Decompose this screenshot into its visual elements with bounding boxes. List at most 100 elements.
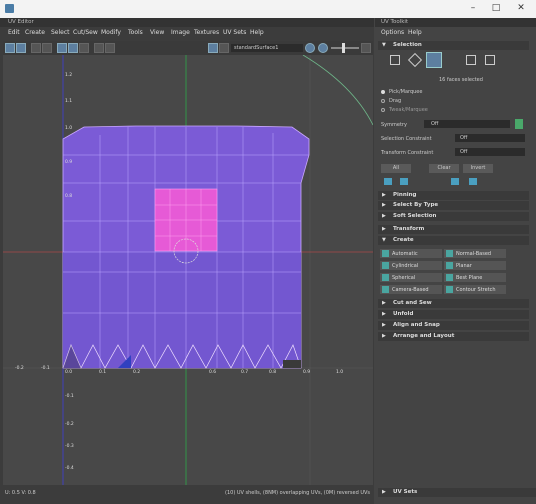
section-pinning[interactable]: ▶ Pinning xyxy=(378,191,529,200)
isolate-icon[interactable] xyxy=(16,43,26,53)
collapse-arrow-icon: ▶ xyxy=(382,322,386,328)
svg-text:-0.3: -0.3 xyxy=(65,443,74,449)
spherical-label: Spherical xyxy=(392,274,416,281)
menu-select[interactable]: Select xyxy=(51,29,70,36)
menu-tools[interactable]: Tools xyxy=(128,29,143,36)
menu-help[interactable]: Help xyxy=(250,29,264,36)
toolkit-menu-help[interactable]: Help xyxy=(408,29,422,36)
svg-text:-0.1: -0.1 xyxy=(41,365,50,371)
select-all-button[interactable]: All xyxy=(381,164,411,173)
svg-text:1.2: 1.2 xyxy=(65,72,72,78)
clear-button[interactable]: Clear xyxy=(429,164,459,173)
section-transform[interactable]: ▶ Transform xyxy=(378,225,529,234)
svg-text:0.0: 0.0 xyxy=(65,369,72,375)
radio-pick-marquee[interactable] xyxy=(381,90,385,94)
section-align-and-snap-label: Align and Snap xyxy=(393,322,440,328)
selection-constraint-dropdown[interactable]: Off xyxy=(455,134,525,142)
uv-coords-readout: U: 0.5 V: 0.8 xyxy=(5,490,36,496)
window-titlebar: – □ ✕ xyxy=(0,0,536,18)
uv-shell-info: (10) UV shells, (8NM) overlapping UVs, (… xyxy=(225,490,371,496)
menu-textures[interactable]: Textures xyxy=(194,29,219,36)
section-selection-label: Selection xyxy=(393,42,422,48)
symmetry-axis-icon[interactable] xyxy=(515,119,523,129)
svg-text:-0.4: -0.4 xyxy=(65,465,74,471)
gamma-icon[interactable] xyxy=(318,43,328,53)
checker-icon[interactable] xyxy=(57,43,67,53)
camera-icon[interactable] xyxy=(105,43,115,53)
close-button[interactable]: ✕ xyxy=(514,3,528,14)
camera-based-button[interactable]: Camera-Based xyxy=(380,285,442,294)
menu-view[interactable]: View xyxy=(150,29,164,36)
minimize-button[interactable]: – xyxy=(466,3,480,14)
section-selection[interactable]: ▼ Selection xyxy=(378,41,529,50)
menu-uv-sets[interactable]: UV Sets xyxy=(223,29,246,36)
image-display-icon[interactable] xyxy=(208,43,218,53)
svg-text:1.1: 1.1 xyxy=(65,98,72,104)
select-border-icon[interactable] xyxy=(451,178,459,185)
snapshot-icon[interactable] xyxy=(94,43,104,53)
texture-filter-icon[interactable] xyxy=(219,43,229,53)
best-plane-button[interactable]: Best Plane xyxy=(444,273,506,282)
uv-canvas[interactable]: -0.2 -0.1 0.0 0.1 0.2 0.6 0.7 0.8 0.9 1.… xyxy=(3,55,373,485)
face-mode-icon[interactable] xyxy=(426,52,442,68)
svg-text:0.9: 0.9 xyxy=(65,159,72,165)
section-arrange-and-layout[interactable]: ▶ Arrange and Layout xyxy=(378,332,529,341)
normal-based-label: Normal-Based xyxy=(456,250,492,257)
grow-selection-icon[interactable] xyxy=(384,178,392,185)
radio-drag[interactable] xyxy=(381,99,385,103)
cylindrical-button[interactable]: Cylindrical xyxy=(380,261,442,270)
symmetry-dropdown[interactable]: Off xyxy=(424,120,510,128)
svg-text:0.9: 0.9 xyxy=(303,369,310,375)
exposure-slider[interactable] xyxy=(331,47,359,49)
section-create[interactable]: ▼ Create xyxy=(378,236,529,245)
radio-tweak-marquee-label: Tweak/Marquee xyxy=(389,107,428,113)
section-arrange-and-layout-label: Arrange and Layout xyxy=(393,333,455,339)
grid-toggle-icon[interactable] xyxy=(5,43,15,53)
symmetry-value: Off xyxy=(431,121,439,127)
view-transform-icon[interactable] xyxy=(361,43,371,53)
uv-mode-icon[interactable] xyxy=(466,55,476,65)
collapse-arrow-icon: ▶ xyxy=(382,300,386,306)
distortion-icon[interactable] xyxy=(79,43,89,53)
contour-stretch-button[interactable]: Contour Stretch xyxy=(444,285,506,294)
planar-button[interactable]: Planar xyxy=(444,261,506,270)
uv-toolbar: standardSurface1 xyxy=(3,41,373,55)
svg-text:-0.1: -0.1 xyxy=(65,393,74,399)
automatic-button[interactable]: Automatic xyxy=(380,249,442,258)
menu-cut-sew[interactable]: Cut/Sew xyxy=(73,29,98,36)
invert-label: Invert xyxy=(470,165,486,171)
display-icon[interactable] xyxy=(31,43,41,53)
selection-constraint-label: Selection Constraint xyxy=(381,136,432,142)
shrink-selection-icon[interactable] xyxy=(400,178,408,185)
section-unfold[interactable]: ▶ Unfold xyxy=(378,310,529,319)
section-soft-selection[interactable]: ▶ Soft Selection xyxy=(378,212,529,221)
section-align-and-snap[interactable]: ▶ Align and Snap xyxy=(378,321,529,330)
section-select-by-type[interactable]: ▶ Select By Type xyxy=(378,201,529,210)
section-uv-sets[interactable]: ▶ UV Sets xyxy=(378,488,536,497)
exposure-slider-handle[interactable] xyxy=(342,43,345,53)
invert-button[interactable]: Invert xyxy=(463,164,493,173)
contour-stretch-label: Contour Stretch xyxy=(456,286,496,293)
section-cut-and-sew[interactable]: ▶ Cut and Sew xyxy=(378,299,529,308)
menu-edit[interactable]: Edit xyxy=(8,29,20,36)
camera-based-label: Camera-Based xyxy=(392,286,429,293)
transform-constraint-dropdown[interactable]: Off xyxy=(455,148,525,156)
shaded-icon[interactable] xyxy=(42,43,52,53)
uv-set-dropdown[interactable]: standardSurface1 xyxy=(231,44,303,52)
exposure-icon[interactable] xyxy=(305,43,315,53)
menu-image[interactable]: Image xyxy=(171,29,190,36)
select-shell-icon[interactable] xyxy=(469,178,477,185)
menu-create[interactable]: Create xyxy=(25,29,45,36)
radio-tweak-marquee[interactable] xyxy=(381,108,385,112)
menu-modify[interactable]: Modify xyxy=(101,29,121,36)
shell-mode-icon[interactable] xyxy=(485,55,495,65)
uv-editor-title: UV Editor xyxy=(8,19,34,25)
collapse-arrow-icon: ▶ xyxy=(382,226,386,232)
normal-based-button[interactable]: Normal-Based xyxy=(444,249,506,258)
toolkit-menu-options[interactable]: Options xyxy=(381,29,404,36)
spherical-button[interactable]: Spherical xyxy=(380,273,442,282)
uv-viewport[interactable]: -0.2 -0.1 0.0 0.1 0.2 0.6 0.7 0.8 0.9 1.… xyxy=(3,55,373,485)
texture-borders-icon[interactable] xyxy=(68,43,78,53)
maximize-button[interactable]: □ xyxy=(489,3,503,14)
vertex-mode-icon[interactable] xyxy=(390,55,400,65)
